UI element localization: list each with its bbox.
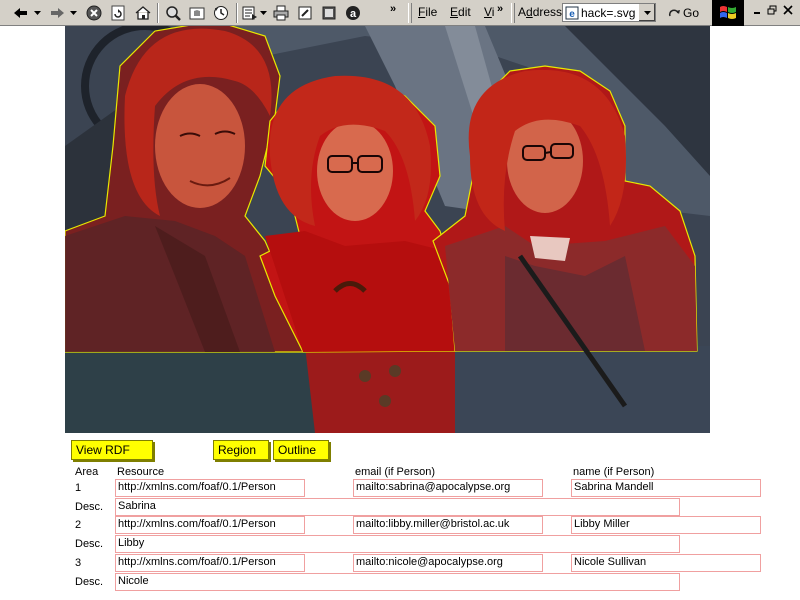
edit-icon[interactable]	[295, 3, 315, 23]
name-field[interactable]: Nicole Sullivan	[571, 554, 761, 572]
forward-dropdown-icon[interactable]	[68, 3, 78, 23]
print-icon[interactable]	[271, 3, 291, 23]
address-field[interactable]: e hack=.svg	[562, 3, 656, 22]
area-number: 2	[75, 519, 82, 531]
email-field[interactable]: mailto:nicole@apocalypse.org	[353, 554, 543, 572]
header-area: Area	[75, 466, 99, 478]
area-number: 3	[75, 557, 82, 569]
close-window-icon[interactable]	[780, 3, 796, 17]
back-icon[interactable]	[10, 3, 32, 23]
refresh-icon[interactable]	[108, 3, 128, 23]
desc-field[interactable]: Libby	[115, 535, 680, 553]
address-dropdown-icon[interactable]	[638, 4, 655, 21]
home-icon[interactable]	[133, 3, 153, 23]
desc-label: Desc.	[75, 501, 104, 513]
menu-edit[interactable]: Edit	[450, 5, 471, 19]
email-field[interactable]: mailto:libby.miller@bristol.ac.uk	[353, 516, 543, 534]
search-icon[interactable]	[163, 3, 183, 23]
resource-field[interactable]: http://xmlns.com/foaf/0.1/Person	[115, 479, 305, 497]
address-value[interactable]: hack=.svg	[581, 6, 639, 20]
menu-file[interactable]: File	[418, 5, 437, 19]
area-number: 1	[75, 482, 82, 494]
header-email: email (if Person)	[355, 466, 436, 478]
desc-label: Desc.	[75, 538, 104, 550]
mail-dropdown-icon[interactable]	[259, 3, 267, 23]
browser-toolbar: a » File Edit Vi » Address e hack=.svg G…	[0, 0, 800, 26]
outline-button[interactable]: Outline	[273, 440, 329, 460]
forward-icon[interactable]	[46, 3, 68, 23]
amazon-icon[interactable]: a	[343, 3, 363, 23]
menu-chevron[interactable]: »	[497, 3, 503, 15]
back-dropdown-icon[interactable]	[32, 3, 42, 23]
mail-icon[interactable]	[241, 3, 259, 23]
svg-text:e: e	[569, 9, 575, 20]
region-button[interactable]: Region	[213, 440, 269, 460]
toolbar-chevron[interactable]: »	[390, 3, 396, 15]
name-field[interactable]: Sabrina Mandell	[571, 479, 761, 497]
restore-icon[interactable]	[764, 3, 780, 17]
history-icon[interactable]	[211, 3, 231, 23]
stop-icon[interactable]	[84, 3, 104, 23]
go-label: Go	[683, 6, 700, 20]
desc-label: Desc.	[75, 576, 104, 588]
windows-logo-icon	[712, 0, 744, 26]
header-name: name (if Person)	[573, 466, 655, 478]
resource-field[interactable]: http://xmlns.com/foaf/0.1/Person	[115, 516, 305, 534]
menu-view[interactable]: Vi	[484, 5, 494, 19]
go-button[interactable]: Go	[667, 3, 699, 23]
email-field[interactable]: mailto:sabrina@apocalypse.org	[353, 479, 543, 497]
view-rdf-button[interactable]: View RDF	[71, 440, 153, 460]
favorites-icon[interactable]	[187, 3, 207, 23]
svg-text:a: a	[350, 8, 357, 20]
name-field[interactable]: Libby Miller	[571, 516, 761, 534]
discuss-icon[interactable]	[319, 3, 339, 23]
header-resource: Resource	[117, 466, 165, 478]
address-label: Address	[518, 5, 563, 19]
go-arrow-icon	[668, 9, 680, 17]
desc-field[interactable]: Sabrina	[115, 498, 680, 516]
desc-field[interactable]: Nicole	[115, 573, 680, 591]
ie-page-icon: e	[565, 6, 579, 20]
resource-field[interactable]: http://xmlns.com/foaf/0.1/Person	[115, 554, 305, 572]
photo-image-map[interactable]	[65, 26, 710, 433]
